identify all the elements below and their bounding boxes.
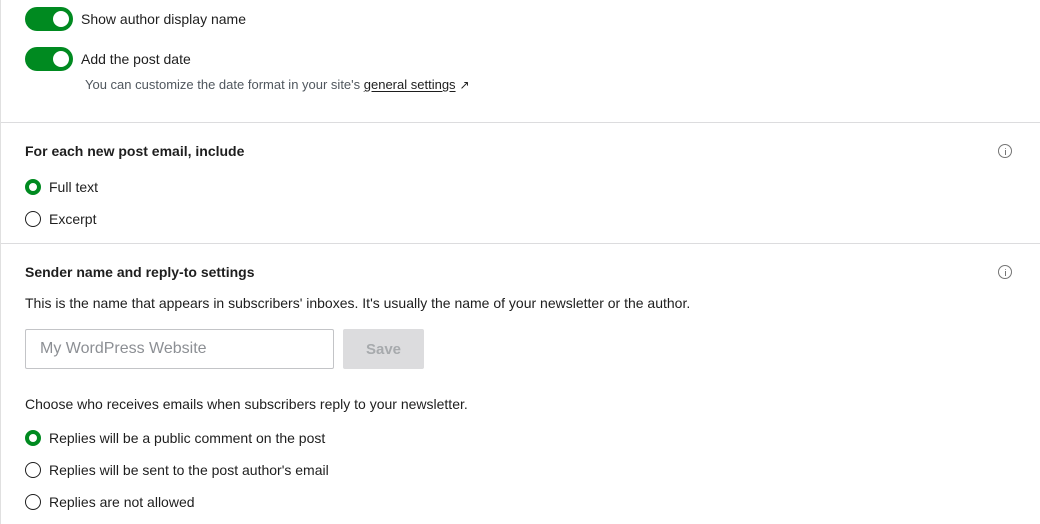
show-author-toggle[interactable] (25, 7, 73, 31)
full-text-label: Full text (49, 179, 99, 195)
reply-not-allowed-radio[interactable] (25, 494, 41, 510)
section-divider (1, 122, 1040, 123)
date-format-help-text: You can customize the date format in you… (85, 77, 364, 92)
reply-public-comment-label: Replies will be a public comment on the … (49, 430, 326, 446)
section-divider (1, 243, 1040, 244)
newsletter-settings-panel: Show author display name Add the post da… (0, 0, 1040, 524)
info-icon[interactable] (998, 144, 1012, 158)
reply-not-allowed-label: Replies are not allowed (49, 494, 195, 510)
general-settings-link[interactable]: general settings (364, 77, 456, 92)
add-post-date-label: Add the post date (81, 51, 191, 67)
toggle-knob (53, 11, 69, 27)
reply-description: Choose who receives emails when subscrib… (25, 396, 468, 412)
reply-public-comment-radio[interactable] (25, 430, 41, 446)
full-text-radio[interactable] (25, 179, 41, 195)
info-icon[interactable] (998, 265, 1012, 279)
sender-description: This is the name that appears in subscri… (25, 295, 691, 311)
sender-name-input[interactable] (25, 329, 334, 369)
reply-author-email-label: Replies will be sent to the post author'… (49, 462, 329, 478)
post-email-section-title: For each new post email, include (25, 143, 245, 159)
date-format-help: You can customize the date format in you… (85, 76, 470, 94)
add-post-date-toggle[interactable] (25, 47, 73, 71)
save-button[interactable]: Save (343, 329, 424, 369)
excerpt-label: Excerpt (49, 211, 97, 227)
excerpt-radio[interactable] (25, 211, 41, 227)
external-link-icon[interactable]: ↗ (460, 76, 470, 94)
sender-section-title: Sender name and reply-to settings (25, 264, 255, 280)
reply-author-email-radio[interactable] (25, 462, 41, 478)
toggle-knob (53, 51, 69, 67)
show-author-label: Show author display name (81, 11, 246, 27)
